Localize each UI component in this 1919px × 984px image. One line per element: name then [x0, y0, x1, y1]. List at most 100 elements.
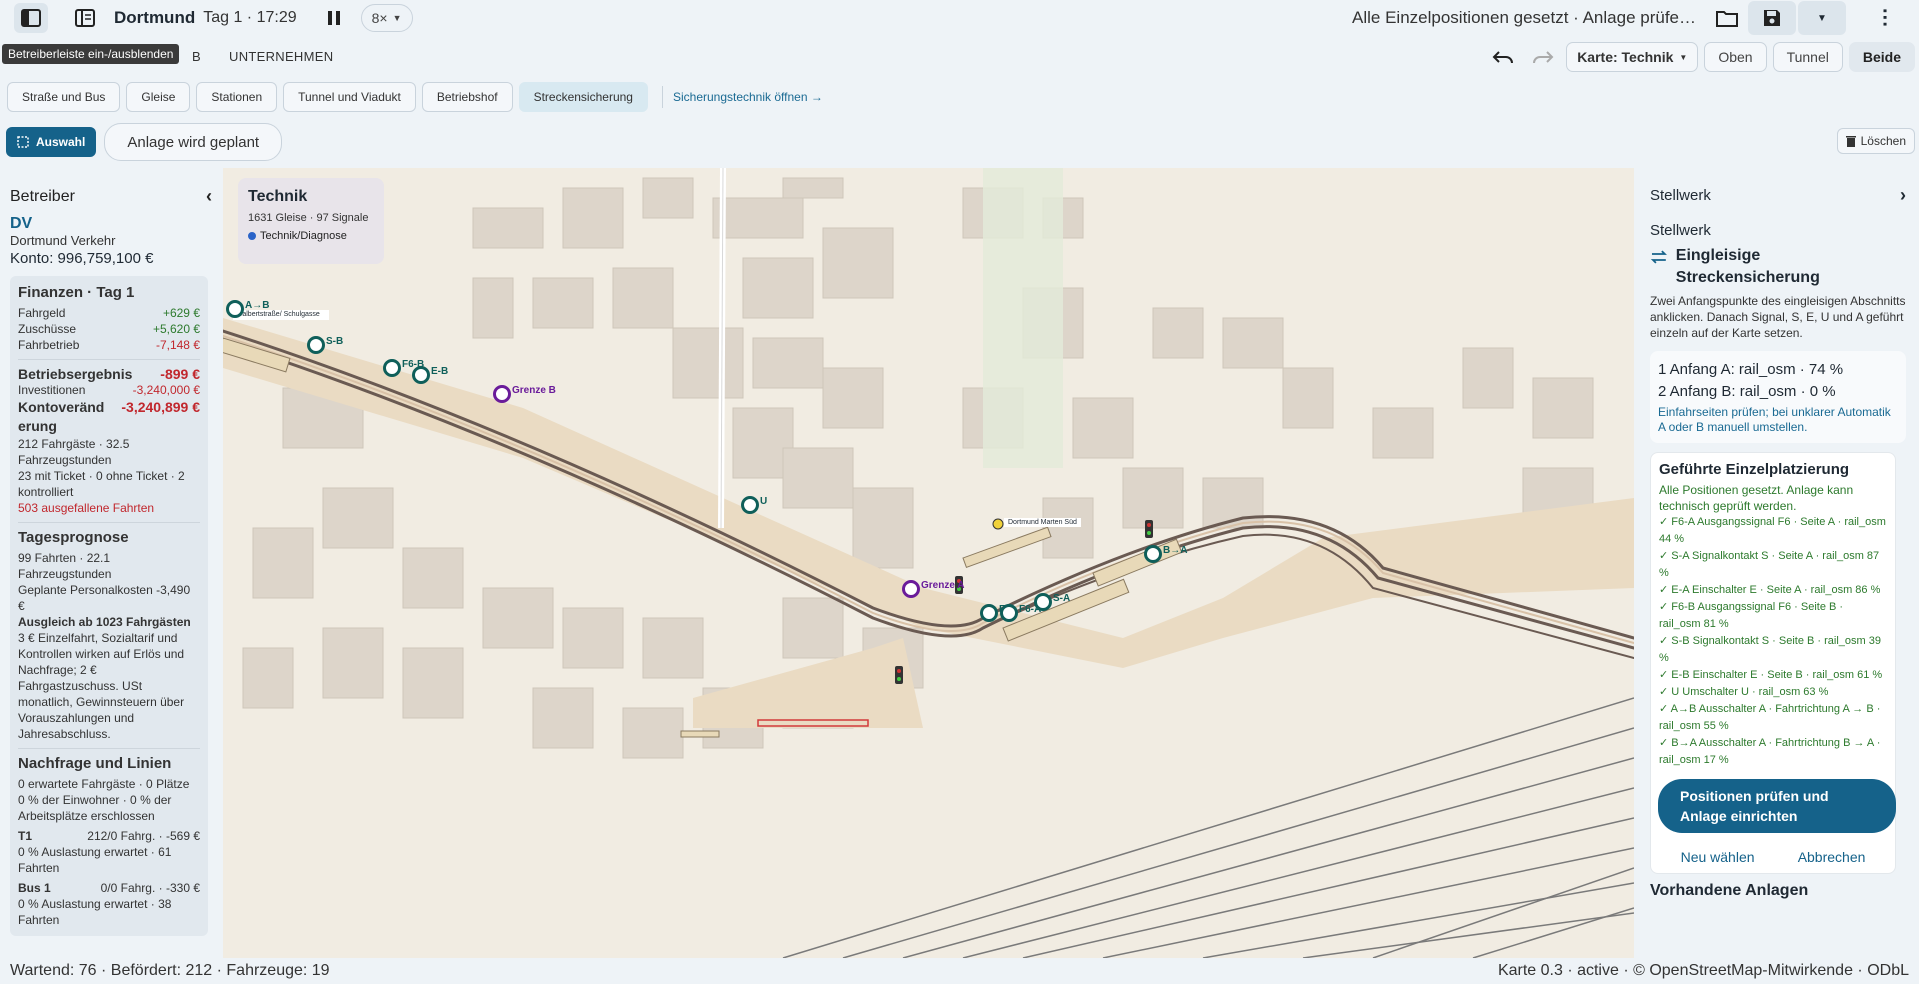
pause-button[interactable]	[317, 3, 351, 33]
map-marker-label: A→B	[245, 300, 270, 311]
guide-item[interactable]: ✓ F6-A Ausgangssignal F6 · Seite A · rai…	[1659, 514, 1887, 548]
guide-item[interactable]: ✓ E-B Einschalter E · Seite B · rail_osm…	[1659, 667, 1887, 684]
view-tunnel-button[interactable]: Tunnel	[1772, 42, 1843, 72]
finance-row: Zuschüsse +5,620 €	[18, 321, 200, 337]
guide-item[interactable]: ✓ B→A Ausschalter A · Fahrtrichtung B → …	[1659, 735, 1887, 769]
anfang-b[interactable]: 2 Anfang B: rail_osm · 0 %	[1658, 381, 1898, 403]
view-beide-button[interactable]: Beide	[1848, 42, 1915, 72]
save-button[interactable]	[1748, 1, 1796, 35]
auswahl-label: Auswahl	[36, 135, 86, 149]
speed-select[interactable]: 8× ▼	[360, 4, 413, 32]
existing-installations-title: Vorhandene Anlagen	[1650, 882, 1809, 899]
speed-value: 8×	[371, 10, 388, 26]
finance-row: Fahrbetrieb -7,148 €	[18, 337, 200, 353]
category-tunnel-viadukt[interactable]: Tunnel und Viadukt	[283, 82, 416, 112]
guide-item[interactable]: ✓ A→B Ausschalter A · Fahrtrichtung A → …	[1659, 701, 1887, 735]
guide-item[interactable]: ✓ U Umschalter U · rail_osm 63 %	[1659, 684, 1887, 701]
redo-button[interactable]	[1526, 42, 1560, 72]
mode-description: Zwei Anfangspunkte des eingleisigen Absc…	[1650, 294, 1906, 340]
chevron-down-icon: ▼	[1817, 12, 1827, 24]
anfang-note: Einfahrseiten prüfen; bei unklarer Autom…	[1658, 405, 1891, 434]
betrieb-value: -899 €	[160, 366, 200, 382]
category-strasse-bus[interactable]: Straße und Bus	[7, 82, 121, 112]
guide-item[interactable]: ✓ S-A Signalkontakt S · Seite A · rail_o…	[1659, 548, 1887, 582]
save-menu-button[interactable]: ▼	[1798, 1, 1846, 35]
tab-partial[interactable]: B	[192, 49, 201, 64]
map-marker[interactable]	[902, 580, 920, 598]
category-stationen[interactable]: Stationen	[196, 82, 278, 112]
map-canvas[interactable]: Technik 1631 Gleise · 97 Signale Technik…	[223, 168, 1634, 958]
prognose-hinweis: 3 € Einzelfahrt, Sozialtarif und Kontrol…	[18, 631, 185, 741]
line-value: 212/0 Fahrg. · -569 €	[87, 829, 200, 843]
check-install-button[interactable]: Positionen prüfen und Anlage einrichten	[1658, 779, 1896, 833]
guide-title: Geführte Einzelplatzierung	[1659, 461, 1850, 478]
guide-item[interactable]: ✓ F6-B Ausgangssignal F6 · Seite B · rai…	[1659, 599, 1887, 633]
line-value: 0/0 Fahrg. · -330 €	[100, 881, 200, 895]
undo-button[interactable]	[1486, 42, 1520, 72]
map-marker[interactable]	[383, 359, 401, 377]
line-bus1-detail: 0 % Auslastung erwartet · 38 Fahrten	[18, 897, 172, 927]
betrieb-row: Betriebsergebnis -899 €	[18, 366, 200, 382]
map-marker[interactable]	[1000, 604, 1018, 622]
sidebar-icon	[21, 9, 41, 27]
guide-item[interactable]: ✓ S-B Signalkontakt S · Seite B · rail_o…	[1659, 633, 1887, 667]
prognose-kosten: Geplante Personalkosten -3,490 €	[18, 583, 191, 613]
map-marker[interactable]	[412, 366, 430, 384]
karte-select[interactable]: Karte: Technik ▼	[1566, 42, 1699, 72]
category-streckensicherung[interactable]: Streckensicherung	[518, 82, 648, 112]
finance-value: +5,620 €	[152, 322, 200, 336]
sidebar-toggle-button[interactable]	[14, 3, 48, 33]
category-betriebshof[interactable]: Betriebshof	[421, 82, 513, 112]
chevron-down-icon: ▼	[392, 13, 402, 23]
nachfrage-erschliessung: 0 % der Einwohner · 0 % der Arbeitsplätz…	[18, 793, 172, 823]
kontoaenderung-label: Kontoveränd erung	[18, 399, 105, 434]
account-balance: Konto: 996,759,100 €	[10, 250, 154, 267]
guide-item[interactable]: ✓ E-A Einschalter E · Seite A · rail_osm…	[1659, 582, 1887, 599]
prognose-title: Tagesprognose	[18, 529, 129, 546]
panel-title: Stellwerk	[1650, 187, 1711, 204]
view-oben-button[interactable]: Oben	[1704, 42, 1767, 72]
mode-header: Eingleisige Streckensicherung	[1650, 245, 1906, 289]
invest-row: Investitionen -3,240,000 €	[18, 382, 200, 398]
nachfrage-info: 0 erwartete Fahrgäste · 0 Plätze	[18, 777, 190, 791]
delete-button[interactable]: Löschen	[1836, 128, 1915, 154]
map-marker[interactable]	[493, 385, 511, 403]
map-marker[interactable]	[1144, 545, 1162, 563]
map-marker[interactable]	[1034, 593, 1052, 611]
line-t1[interactable]: T1 212/0 Fahrg. · -569 €	[18, 828, 200, 844]
plan-status-button[interactable]: Anlage wird geplant	[104, 123, 283, 161]
collapse-right-icon[interactable]: ›	[1900, 185, 1906, 206]
neu-waehlen-link[interactable]: Neu wählen	[1681, 849, 1755, 865]
map-marker[interactable]	[741, 496, 759, 514]
category-gleise[interactable]: Gleise	[126, 82, 191, 112]
line-bus1[interactable]: Bus 1 0/0 Fahrg. · -330 €	[18, 880, 200, 896]
tab-unternehmen[interactable]: UNTERNEHMEN	[229, 49, 333, 64]
stop-label: Dortmund Marten Süd	[1004, 518, 1081, 527]
fahrgaeste-info: 212 Fahrgäste · 32.5 Fahrzeugstunden	[18, 437, 130, 467]
prognose-fahrten: 99 Fahrten · 22.1 Fahrzeugstunden	[18, 551, 112, 581]
more-menu-button[interactable]: ···	[1867, 3, 1901, 33]
auswahl-button[interactable]: Auswahl	[6, 127, 97, 157]
map-marker[interactable]	[226, 300, 244, 318]
technik-title: Technik	[248, 188, 308, 205]
map-marker-label: B→A	[1163, 545, 1188, 556]
finance-card: Finanzen · Tag 1 Fahrgeld +629 € Zuschüss…	[10, 276, 208, 936]
status-text: Alle Einzelpositionen gesetzt · Anlage p…	[1352, 8, 1696, 27]
collapse-left-icon[interactable]: ‹	[206, 186, 212, 207]
section-title: Stellwerk	[1650, 222, 1711, 239]
map-marker-label: Grenze A	[921, 580, 965, 591]
anfang-a[interactable]: 1 Anfang A: rail_osm · 74 %	[1658, 359, 1898, 381]
finance-row: Fahrgeld +629 €	[18, 305, 200, 321]
invest-label: Investitionen	[18, 383, 86, 397]
sicherungstechnik-link[interactable]: Sicherungstechnik öffnen →	[661, 86, 823, 108]
map-drawing	[223, 168, 1634, 958]
map-marker[interactable]	[980, 604, 998, 622]
folder-button[interactable]	[1710, 3, 1744, 33]
map-marker[interactable]	[307, 336, 325, 354]
abbrechen-link[interactable]: Abbrechen	[1798, 849, 1866, 865]
panel-toggle-button[interactable]	[68, 3, 102, 33]
invest-value: -3,240,000 €	[132, 383, 200, 397]
map-marker-label: S-B	[326, 336, 344, 347]
undo-icon	[1492, 51, 1514, 64]
kontoaenderung-row: Kontoveränd erung -3,240,899 €	[18, 398, 200, 436]
